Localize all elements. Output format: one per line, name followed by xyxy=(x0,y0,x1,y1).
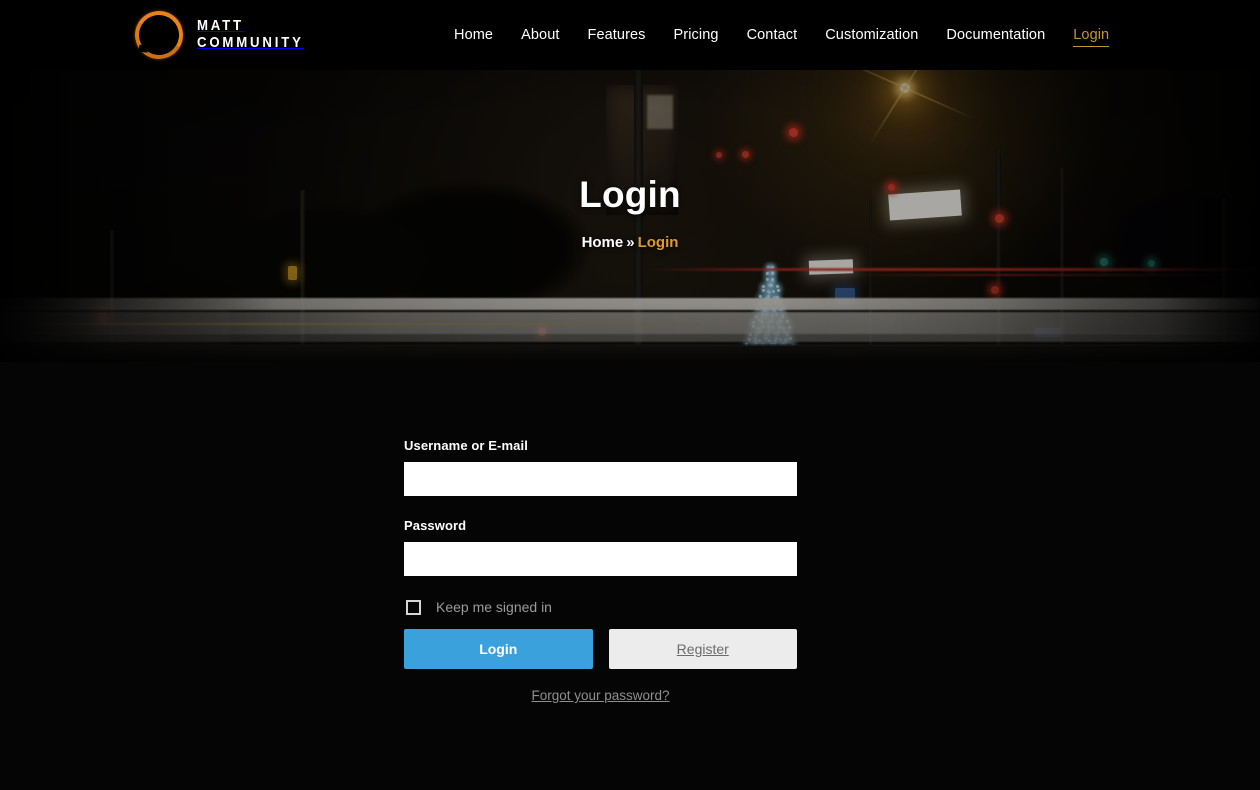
hero-banner: Login Home» Login xyxy=(0,70,1260,362)
nav-item-contact[interactable]: Contact xyxy=(733,0,812,70)
keep-signed-in-label: Keep me signed in xyxy=(436,599,552,615)
brand-line-1: MATT xyxy=(197,17,244,35)
nav-item-documentation[interactable]: Documentation xyxy=(932,0,1059,70)
forgot-password-link[interactable]: Forgot your password? xyxy=(531,688,669,703)
breadcrumb-home-link[interactable]: Home xyxy=(582,234,624,251)
form-buttons: Login Register xyxy=(404,629,797,669)
username-input[interactable] xyxy=(404,462,797,496)
brand-text: MATT COMMUNITY xyxy=(197,17,304,52)
breadcrumb-current: Login xyxy=(637,234,679,251)
password-label: Password xyxy=(404,518,467,533)
login-button[interactable]: Login xyxy=(404,629,593,669)
page-title: Login xyxy=(579,174,681,215)
brand-logo[interactable]: MATT COMMUNITY xyxy=(129,5,318,65)
nav-item-login[interactable]: Login xyxy=(1059,0,1123,70)
hero-content: Login Home» Login xyxy=(0,70,1260,362)
brand-line-2: COMMUNITY xyxy=(197,34,304,51)
keep-signed-in-row[interactable]: Keep me signed in xyxy=(404,597,797,617)
site-header: MATT COMMUNITY Home About Features Prici… xyxy=(0,0,1260,70)
username-label: Username or E-mail xyxy=(404,438,528,453)
nav-item-home[interactable]: Home xyxy=(440,0,507,70)
password-input[interactable] xyxy=(404,542,797,576)
breadcrumb-separator: » xyxy=(626,234,635,251)
nav-item-pricing[interactable]: Pricing xyxy=(660,0,733,70)
nav-item-about[interactable]: About xyxy=(507,0,573,70)
main-navigation: Home About Features Pricing Contact Cust… xyxy=(440,0,1123,70)
breadcrumb: Home» Login xyxy=(582,234,679,251)
login-page: MATT COMMUNITY Home About Features Prici… xyxy=(0,0,1260,790)
keep-signed-in-checkbox[interactable] xyxy=(406,599,421,615)
nav-item-features[interactable]: Features xyxy=(574,0,660,70)
register-button[interactable]: Register xyxy=(608,629,797,669)
nav-item-customization[interactable]: Customization xyxy=(811,0,932,70)
forgot-password-row: Forgot your password? xyxy=(404,687,797,705)
circle-ring-logo-icon xyxy=(129,5,189,65)
login-form: Username or E-mail Password Keep me sign… xyxy=(404,438,797,705)
